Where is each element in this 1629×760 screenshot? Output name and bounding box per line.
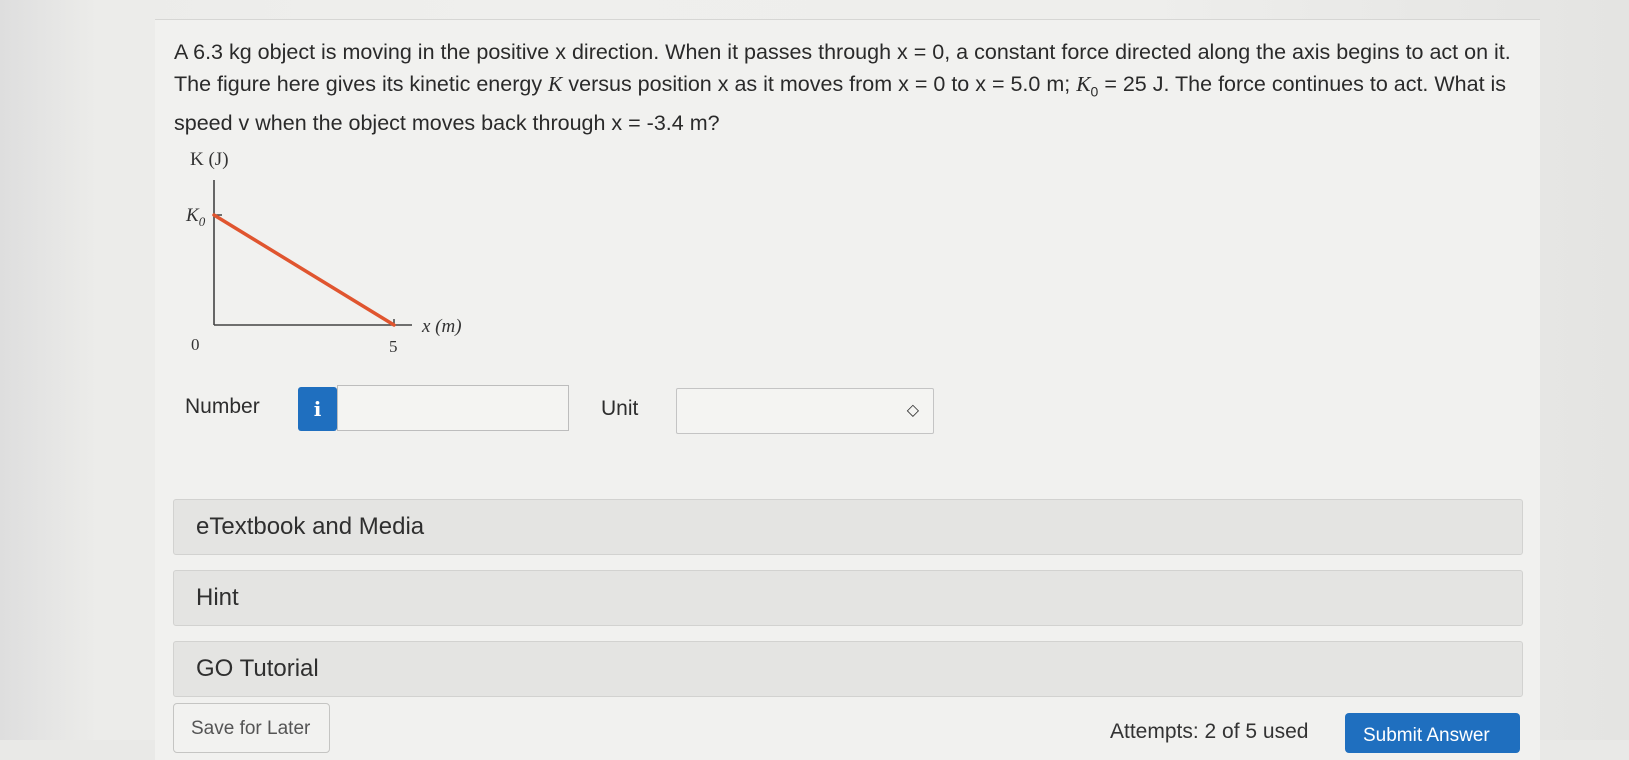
go-tutorial-panel[interactable]: GO Tutorial [173, 641, 1523, 697]
k-symbol: K [548, 72, 563, 96]
etextbook-panel-label: eTextbook and Media [196, 513, 425, 540]
kinetic-energy-figure: K (J) K0 0 5 x (m) [170, 140, 490, 360]
info-icon[interactable]: i [298, 387, 337, 431]
x-axis-label: x (m) [421, 316, 462, 337]
k0-symbol: K [1076, 72, 1091, 96]
ke-graph: K (J) K0 0 5 x (m) [185, 149, 462, 356]
save-for-later-label: Save for Later [191, 718, 311, 739]
y-axis-label: K (J) [190, 149, 229, 170]
number-input[interactable] [337, 385, 569, 431]
answer-row: Number i Unit ◇ [0, 385, 1629, 435]
number-label: Number [185, 395, 260, 418]
kinetic-energy-line [212, 213, 396, 327]
go-tutorial-panel-label: GO Tutorial [196, 655, 319, 682]
submit-answer-button[interactable]: Submit Answer [1345, 713, 1520, 753]
origin-label: 0 [191, 335, 200, 354]
card-top-divider [155, 19, 1540, 20]
etextbook-and-media-panel[interactable]: eTextbook and Media [173, 499, 1523, 555]
hint-panel[interactable]: Hint [173, 570, 1523, 626]
unit-select[interactable]: ◇ [676, 388, 934, 434]
select-arrows-icon: ◇ [906, 402, 919, 419]
attempts-counter: Attempts: 2 of 5 used [1110, 720, 1309, 743]
submit-answer-label: Submit Answer [1363, 725, 1490, 746]
x-tick-label-5: 5 [389, 337, 398, 356]
k0-label: K0 [185, 205, 206, 229]
hint-panel-label: Hint [196, 584, 239, 611]
question-text: A 6.3 kg object is moving in the positiv… [174, 36, 1544, 139]
question-part-2: versus position x as it moves from x = 0… [562, 72, 1077, 96]
save-for-later-button[interactable]: Save for Later [173, 703, 330, 753]
unit-label: Unit [601, 397, 639, 420]
